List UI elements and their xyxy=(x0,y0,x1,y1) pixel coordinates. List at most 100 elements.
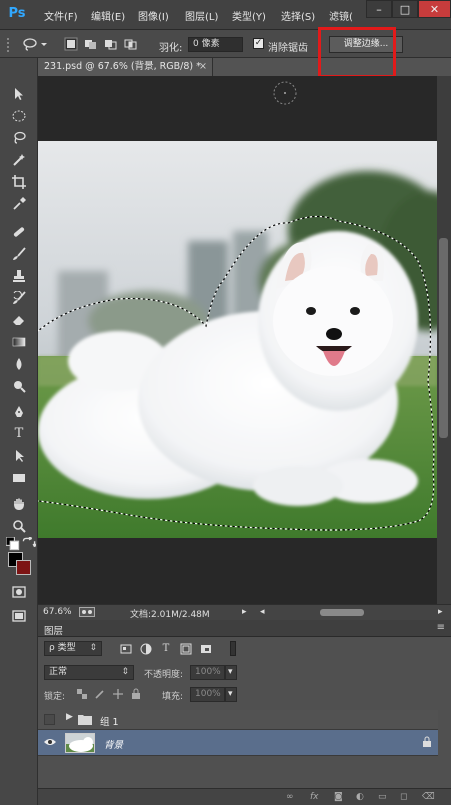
zoom-level[interactable]: 67.6% xyxy=(43,607,72,617)
dog-photo[interactable] xyxy=(38,141,437,538)
screen-mode-icon[interactable] xyxy=(11,608,27,624)
maximize-button[interactable]: □ xyxy=(392,0,418,18)
status-bar: 67.6% 文档:2.01M/2.48M ▸ ◂ ▸ xyxy=(38,604,451,620)
menu-edit[interactable]: 编辑(E) xyxy=(91,8,125,23)
new-selection-icon[interactable] xyxy=(64,37,78,51)
new-layer-icon[interactable]: ◻ xyxy=(400,792,407,802)
dodge-icon[interactable] xyxy=(11,378,27,394)
minimize-button[interactable]: – xyxy=(366,0,392,18)
menu-layer[interactable]: 图层(L) xyxy=(185,8,218,23)
visibility-toggle[interactable] xyxy=(44,714,55,725)
layer-name: 背景 xyxy=(104,740,124,751)
menu-file[interactable]: 文件(F) xyxy=(44,8,78,23)
gradient-icon[interactable] xyxy=(11,334,27,350)
document-tab-title: 231.psd @ 67.6% (背景, RGB/8) * xyxy=(44,61,201,72)
opacity-input[interactable]: 100% xyxy=(190,665,225,680)
filter-adjustment-icon[interactable] xyxy=(140,643,152,655)
layer-filter-select[interactable]: ρ 类型 ⇕ xyxy=(44,641,102,656)
filter-smart-object-icon[interactable] xyxy=(200,643,212,655)
menu-image[interactable]: 图像(I) xyxy=(138,8,169,23)
tools-panel: T xyxy=(0,58,38,805)
zoom-icon[interactable] xyxy=(11,518,27,534)
close-button[interactable]: ✕ xyxy=(418,0,451,18)
vertical-scrollbar[interactable] xyxy=(437,76,451,604)
type-icon[interactable]: T xyxy=(11,426,27,442)
rectangle-icon[interactable] xyxy=(11,470,27,486)
horizontal-scroll-thumb[interactable] xyxy=(320,609,364,616)
layer-row-group[interactable]: ▶ 组 1 xyxy=(38,710,438,730)
lock-icon xyxy=(422,736,432,751)
new-group-icon[interactable]: ▭ xyxy=(378,792,387,802)
clone-stamp-icon[interactable] xyxy=(11,268,27,284)
layers-tab[interactable]: 图层 xyxy=(44,623,63,637)
swap-colors-icon[interactable] xyxy=(22,536,37,548)
intersect-selection-icon[interactable] xyxy=(124,37,138,51)
lasso-icon[interactable] xyxy=(11,130,27,146)
healing-brush-icon[interactable] xyxy=(11,224,27,240)
layer-name: 组 1 xyxy=(100,717,119,728)
menu-type[interactable]: 类型(Y) xyxy=(232,8,266,23)
subtract-selection-icon[interactable] xyxy=(104,37,118,51)
expand-arrow-icon[interactable]: ▶ xyxy=(66,712,73,722)
default-colors-icon[interactable] xyxy=(5,536,20,551)
lock-transparent-icon[interactable] xyxy=(76,688,88,700)
marquee-icon[interactable] xyxy=(11,108,27,124)
feather-label: 羽化: xyxy=(159,43,183,54)
quick-mask-icon[interactable] xyxy=(11,584,27,600)
antialias-checkbox[interactable]: ✓ xyxy=(253,38,264,49)
fill-input[interactable]: 100% xyxy=(190,687,225,702)
crop-icon[interactable] xyxy=(11,174,27,190)
lock-all-icon[interactable] xyxy=(130,688,142,700)
lock-pixels-icon[interactable] xyxy=(94,688,106,700)
menu-filter[interactable]: 滤镜( xyxy=(329,8,353,23)
folder-icon xyxy=(78,713,92,728)
move-icon[interactable] xyxy=(11,86,27,102)
path-selection-icon[interactable] xyxy=(11,448,27,464)
photoshop-window: Ps 文件(F) 编辑(E) 图像(I) 图层(L) 类型(Y) 选择(S) 滤… xyxy=(0,0,451,805)
opacity-slider-icon[interactable]: ▾ xyxy=(225,665,237,680)
layer-filter-value: ρ 类型 xyxy=(49,643,76,653)
lock-position-icon[interactable] xyxy=(112,688,124,700)
layers-panel: 图层 ≡ ρ 类型 ⇕ T 正常 ⇕ 不透明度: 100% ▾ 锁定: 填充: … xyxy=(38,620,451,805)
hand-icon[interactable] xyxy=(11,496,27,512)
filter-type-icon[interactable]: T xyxy=(160,643,172,655)
blend-mode-select[interactable]: 正常 ⇕ xyxy=(44,665,134,680)
fill-label: 填充: xyxy=(162,692,184,702)
status-icon[interactable] xyxy=(79,607,95,620)
layer-row-background[interactable]: 背景 xyxy=(38,730,438,756)
menu-select[interactable]: 选择(S) xyxy=(281,8,315,23)
scroll-right-icon[interactable]: ▸ xyxy=(438,607,443,617)
vertical-scroll-thumb[interactable] xyxy=(439,238,448,438)
layer-style-icon[interactable]: fx xyxy=(310,792,319,802)
document-tab[interactable]: 231.psd @ 67.6% (背景, RGB/8) * × xyxy=(38,58,213,76)
filter-shape-icon[interactable] xyxy=(180,643,192,655)
lock-label: 锁定: xyxy=(44,692,66,702)
eyedropper-icon[interactable] xyxy=(11,196,27,212)
brush-icon[interactable] xyxy=(11,246,27,262)
document-size: 文档:2.01M/2.48M xyxy=(130,610,210,620)
scroll-left-icon[interactable]: ◂ xyxy=(260,607,265,617)
adjustment-layer-icon[interactable]: ◐ xyxy=(356,792,364,802)
filter-pixel-icon[interactable] xyxy=(120,643,132,655)
delete-layer-icon[interactable]: ⌫ xyxy=(422,792,435,802)
magic-wand-icon[interactable] xyxy=(11,152,27,168)
eraser-icon[interactable] xyxy=(11,312,27,328)
lasso-preset-icon[interactable] xyxy=(22,37,50,51)
eye-icon[interactable] xyxy=(44,737,56,750)
blend-mode-value: 正常 xyxy=(49,667,68,677)
add-mask-icon[interactable]: ◙ xyxy=(334,792,343,802)
feather-input[interactable]: 0 像素 xyxy=(188,37,243,52)
link-layers-icon[interactable]: ∞ xyxy=(286,792,294,802)
add-selection-icon[interactable] xyxy=(84,37,98,51)
status-menu-arrow-icon[interactable]: ▸ xyxy=(242,607,247,617)
panel-menu-icon[interactable]: ≡ xyxy=(437,622,445,633)
filter-toggle[interactable] xyxy=(230,641,236,656)
close-tab-icon[interactable]: × xyxy=(199,58,207,76)
history-brush-icon[interactable] xyxy=(11,290,27,306)
app-logo: Ps xyxy=(8,6,26,21)
background-color-swatch[interactable] xyxy=(16,560,31,575)
blur-icon[interactable] xyxy=(11,356,27,372)
pen-icon[interactable] xyxy=(11,404,27,420)
fill-slider-icon[interactable]: ▾ xyxy=(225,687,237,702)
brush-cursor-icon xyxy=(273,81,297,105)
